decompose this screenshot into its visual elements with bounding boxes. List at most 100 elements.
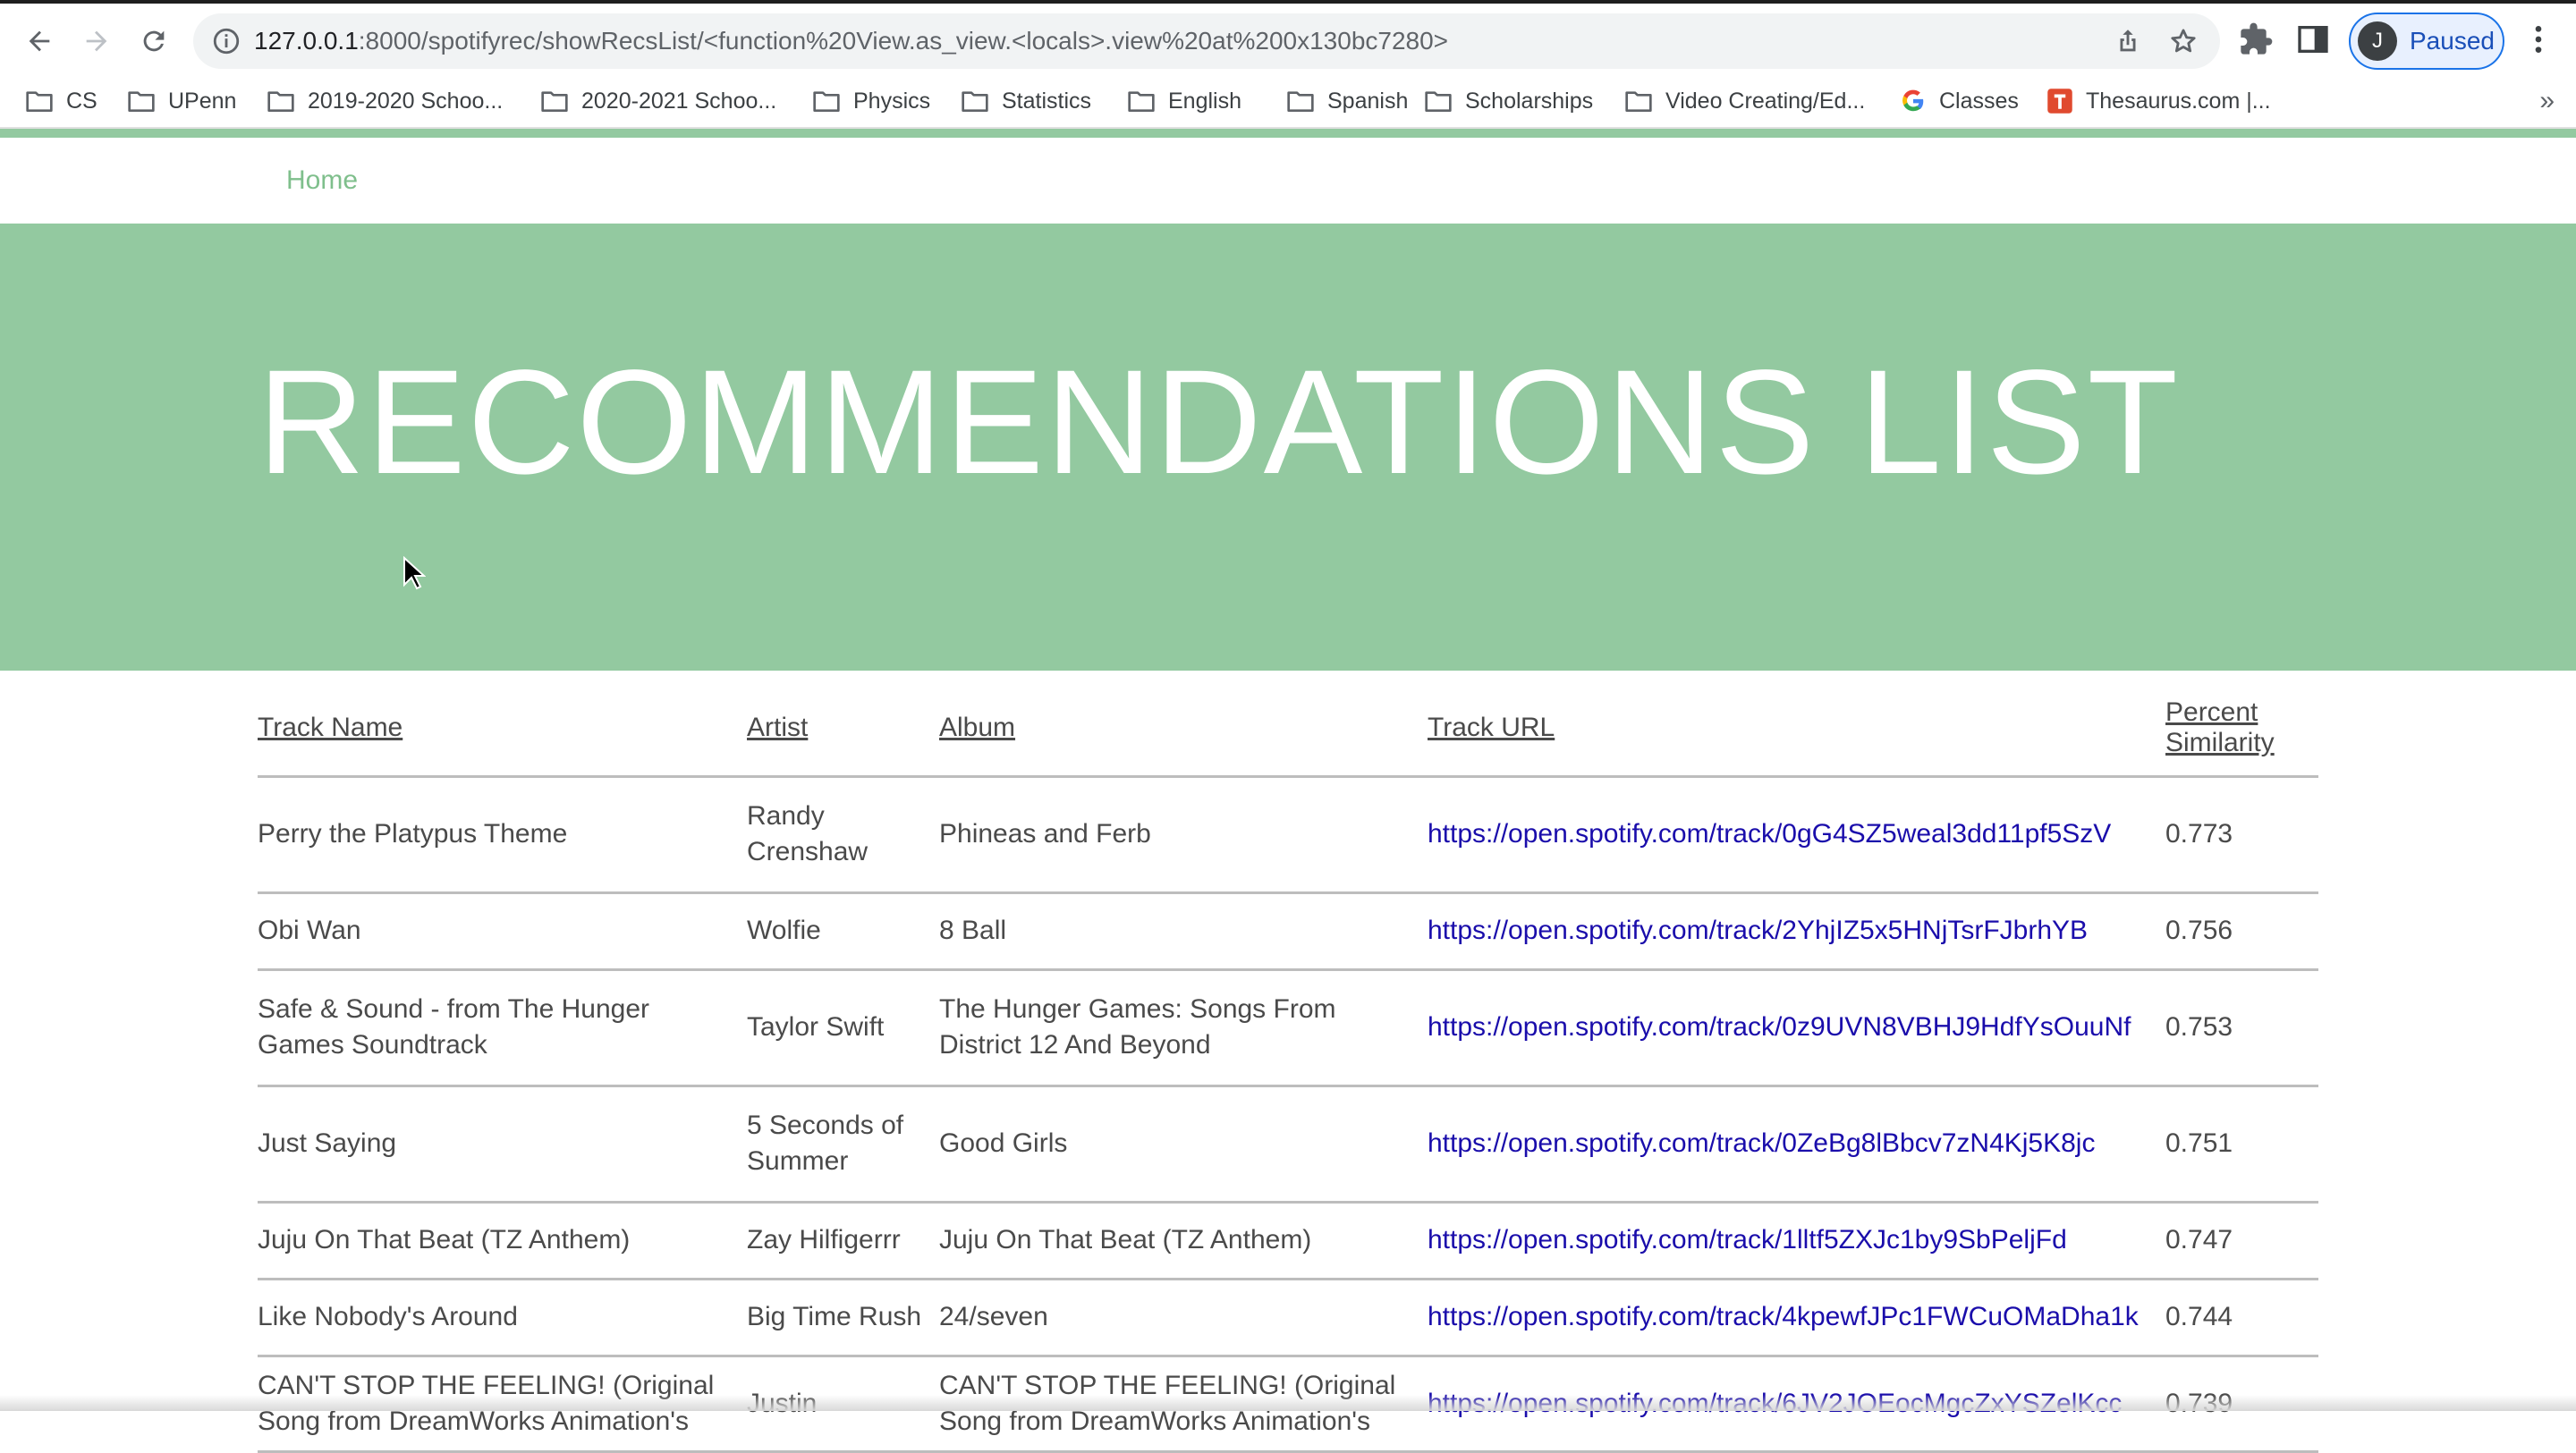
url-text[interactable]: 127.0.0.1:8000/spotifyrec/showRecsList/<… — [254, 13, 1448, 69]
info-icon[interactable] — [211, 26, 242, 56]
table-row: Perry the Platypus Theme Randy Crenshaw Ph… — [258, 776, 2318, 894]
bookmark-item[interactable]: Thesaurus.com |... — [2046, 75, 2271, 127]
page-title: RECOMMENDATIONS LIST — [258, 340, 2180, 505]
avatar: J — [2358, 21, 2397, 61]
folder-icon — [962, 91, 988, 112]
folder-icon — [128, 91, 155, 112]
share-icon[interactable] — [2113, 26, 2143, 56]
extensions-icon[interactable] — [2238, 21, 2274, 57]
track-url-link[interactable]: https://open.spotify.com/track/1lltf5ZXJ… — [1428, 1225, 2067, 1254]
bookmark-label: Classes — [1939, 88, 2019, 114]
bookmark-item[interactable]: Classes — [1900, 75, 2019, 127]
folder-icon — [813, 91, 840, 112]
bookmark-label: Scholarships — [1465, 88, 1594, 114]
table-row: Safe & Sound - from The Hunger Games Sou… — [258, 969, 2318, 1087]
bookmark-label: CS — [66, 88, 97, 114]
bookmark-item[interactable]: 2020-2021 Schoo... — [540, 75, 776, 127]
track-url-cell: https://open.spotify.com/track/2YhjIZ5x5… — [1428, 892, 2165, 971]
track-url-link[interactable]: https://open.spotify.com/track/0ZeBg8lBb… — [1428, 1128, 2095, 1158]
track-url-cell: https://open.spotify.com/track/0gG4SZ5we… — [1428, 776, 2165, 894]
profile-status: Paused — [2410, 27, 2495, 55]
folder-icon — [1425, 91, 1452, 112]
bookmark-item[interactable]: Video Creating/Ed... — [1624, 75, 1865, 127]
bookmark-item[interactable]: Scholarships — [1424, 75, 1593, 127]
side-panel-icon[interactable] — [2295, 21, 2331, 57]
album-cell: 24/seven — [939, 1279, 1428, 1357]
bookmark-item[interactable]: English — [1127, 75, 1241, 127]
artist-cell: Big Time Rush — [747, 1279, 939, 1357]
accent-bar — [0, 129, 2576, 138]
artist-cell: 5 Seconds of Summer — [747, 1086, 939, 1204]
bookmark-item[interactable]: CS — [25, 75, 97, 127]
folder-icon — [1287, 91, 1314, 112]
home-link[interactable]: Home — [286, 138, 358, 224]
profile-button[interactable]: J Paused — [2349, 13, 2504, 70]
col-header-artist[interactable]: Artist — [747, 681, 939, 778]
browser-toolbar: 127.0.0.1:8000/spotifyrec/showRecsList/<… — [0, 0, 2576, 75]
album-cell: Phineas and Ferb — [939, 776, 1428, 894]
col-header-track-url[interactable]: Track URL — [1428, 681, 2165, 778]
folder-icon — [1128, 91, 1155, 112]
menu-kebab-icon[interactable] — [2521, 21, 2556, 57]
bookmark-label: 2019-2020 Schoo... — [308, 88, 504, 114]
track-url-cell: https://open.spotify.com/track/0z9UVN8VB… — [1428, 969, 2165, 1087]
reload-icon — [143, 30, 165, 52]
bookmark-label: UPenn — [168, 88, 237, 114]
folder-icon — [541, 91, 568, 112]
table-row: Like Nobody's Around Big Time Rush 24/seve… — [258, 1279, 2318, 1357]
bookmark-item[interactable]: Spanish — [1286, 75, 1408, 127]
recommendations-table: Track Name Artist Album Track URL Percen… — [258, 681, 2318, 1453]
folder-icon — [26, 91, 53, 112]
similarity-cell: 0.751 — [2165, 1086, 2318, 1204]
bookmarks-overflow-button[interactable]: » — [2539, 86, 2555, 116]
table-header-row: Track Name Artist Album Track URL Percen… — [258, 681, 2318, 778]
similarity-cell: 0.747 — [2165, 1202, 2318, 1280]
track-url-cell: https://open.spotify.com/track/4kpewfJPc… — [1428, 1279, 2165, 1357]
track-url-cell: https://open.spotify.com/track/0ZeBg8lBb… — [1428, 1086, 2165, 1204]
address-bar[interactable]: 127.0.0.1:8000/spotifyrec/showRecsList/<… — [193, 13, 2220, 69]
bookmark-label: Video Creating/Ed... — [1665, 88, 1866, 114]
track-url-link[interactable]: https://open.spotify.com/track/0gG4SZ5we… — [1428, 819, 2111, 849]
bookmark-label: Thesaurus.com |... — [2086, 88, 2271, 114]
bookmarks-bar: » CS UPenn 2019-2020 Schoo... 2020-2021 Sch… — [0, 75, 2576, 129]
table-row: Obi Wan Wolfie 8 Ball https://open.spotify.… — [258, 892, 2318, 971]
forward-button[interactable] — [75, 20, 118, 63]
col-header-track-name[interactable]: Track Name — [258, 681, 747, 778]
reload-button[interactable] — [132, 20, 175, 63]
bookmark-item[interactable]: UPenn — [127, 75, 236, 127]
bookmark-item[interactable]: Statistics — [961, 75, 1091, 127]
album-cell: 8 Ball — [939, 892, 1428, 971]
similarity-cell: 0.753 — [2165, 969, 2318, 1087]
bookmark-label: English — [1168, 88, 1241, 114]
similarity-cell: 0.744 — [2165, 1279, 2318, 1357]
artist-cell: Randy Crenshaw — [747, 776, 939, 894]
hero-banner: RECOMMENDATIONS LIST — [0, 224, 2576, 671]
window-bottom-edge — [0, 1395, 2576, 1411]
table-row: Juju On That Beat (TZ Anthem) Zay Hilfige… — [258, 1202, 2318, 1280]
url-host: 127.0.0.1 — [254, 27, 359, 55]
thesaurus-icon — [2047, 89, 2072, 114]
url-path: :8000/spotifyrec/showRecsList/<function%… — [358, 27, 1449, 55]
track-name-cell: Like Nobody's Around — [258, 1279, 747, 1357]
col-header-percent-similarity[interactable]: Percent Similarity — [2165, 681, 2318, 778]
bookmark-item[interactable]: Physics — [812, 75, 930, 127]
bookmark-star-icon[interactable] — [2168, 26, 2199, 56]
col-header-album[interactable]: Album — [939, 681, 1428, 778]
mouse-cursor-icon — [403, 556, 426, 590]
track-name-cell: Perry the Platypus Theme — [258, 776, 747, 894]
bookmark-label: Statistics — [1002, 88, 1092, 114]
track-url-link[interactable]: https://open.spotify.com/track/4kpewfJPc… — [1428, 1302, 2139, 1331]
forward-arrow-icon — [86, 30, 107, 52]
track-url-link[interactable]: https://open.spotify.com/track/0z9UVN8VB… — [1428, 1012, 2131, 1042]
bookmark-item[interactable]: 2019-2020 Schoo... — [267, 75, 503, 127]
bookmark-label: Spanish — [1327, 88, 1409, 114]
google-icon — [1902, 89, 1924, 112]
track-name-cell: Juju On That Beat (TZ Anthem) — [258, 1202, 747, 1280]
track-url-link[interactable]: https://open.spotify.com/track/2YhjIZ5x5… — [1428, 916, 2088, 945]
folder-icon — [1625, 91, 1652, 112]
similarity-cell: 0.773 — [2165, 776, 2318, 894]
artist-cell: Zay Hilfigerrr — [747, 1202, 939, 1280]
album-cell: Good Girls — [939, 1086, 1428, 1204]
back-button[interactable] — [18, 20, 61, 63]
track-name-cell: Safe & Sound - from The Hunger Games Sou… — [258, 969, 747, 1087]
